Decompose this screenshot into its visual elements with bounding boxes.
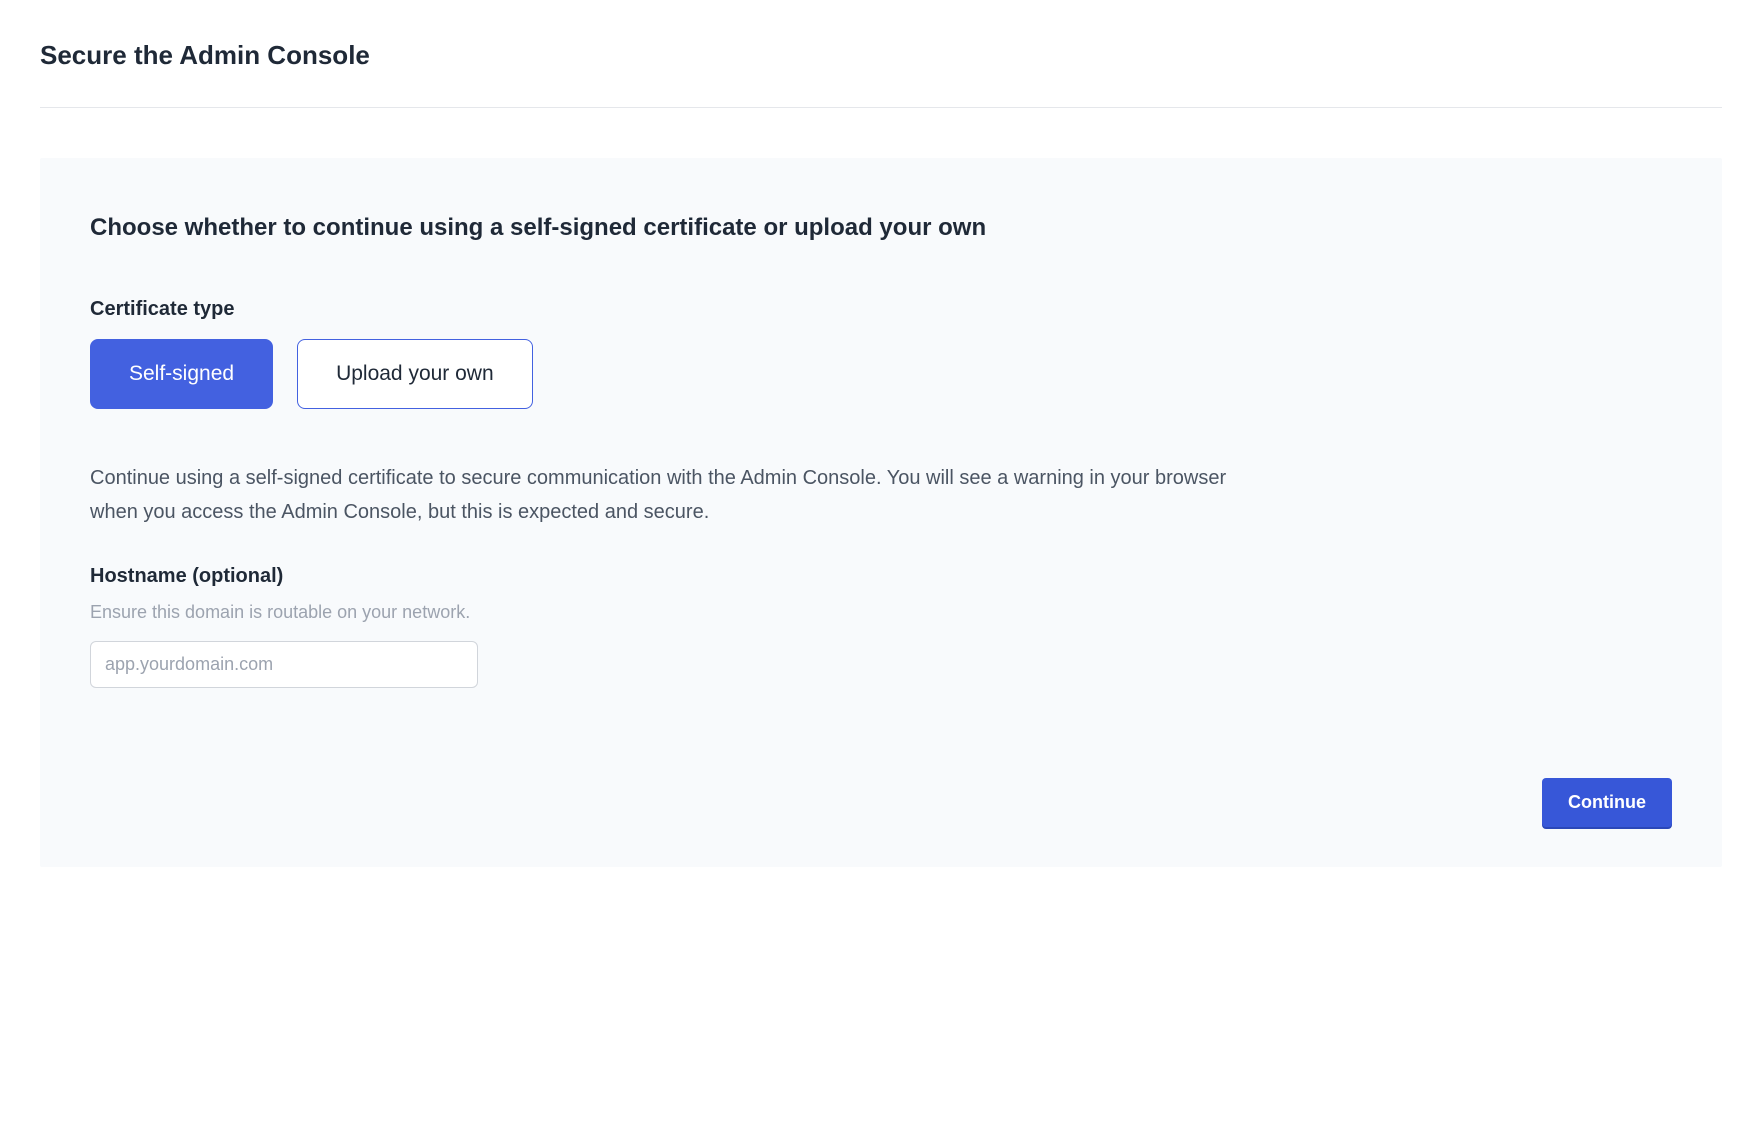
certificate-description: Continue using a self-signed certificate… bbox=[90, 461, 1250, 529]
certificate-type-toggle: Self-signed Upload your own bbox=[90, 339, 1672, 409]
hostname-help-text: Ensure this domain is routable on your n… bbox=[90, 602, 1672, 623]
divider bbox=[40, 107, 1722, 108]
upload-your-own-button[interactable]: Upload your own bbox=[297, 339, 533, 409]
hostname-input[interactable] bbox=[90, 641, 478, 688]
self-signed-button[interactable]: Self-signed bbox=[90, 339, 273, 409]
page-title: Secure the Admin Console bbox=[40, 40, 1722, 71]
certificate-type-label: Certificate type bbox=[90, 298, 1672, 321]
panel-title: Choose whether to continue using a self-… bbox=[90, 214, 1672, 242]
hostname-label: Hostname (optional) bbox=[90, 565, 1672, 588]
config-panel: Choose whether to continue using a self-… bbox=[40, 158, 1722, 867]
actions-row: Continue bbox=[90, 778, 1672, 827]
page-container: Secure the Admin Console Choose whether … bbox=[0, 0, 1762, 907]
continue-button[interactable]: Continue bbox=[1542, 778, 1672, 827]
